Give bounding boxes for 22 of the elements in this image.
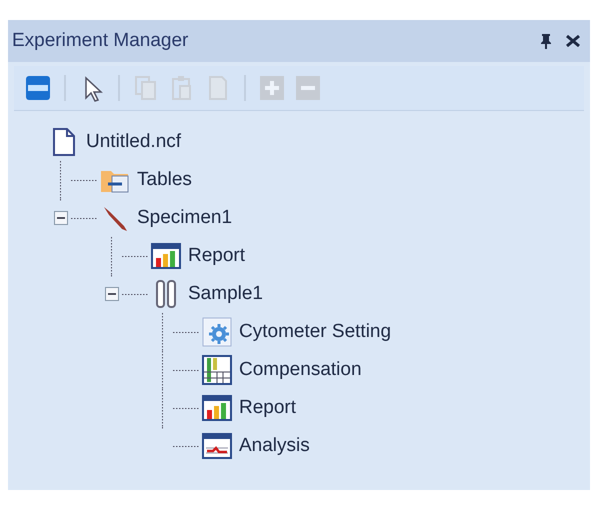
grid-icon — [202, 355, 232, 385]
bar-chart-icon — [151, 243, 181, 269]
tree-item[interactable]: Untitled.ncf — [86, 131, 182, 153]
tree-item[interactable]: Analysis — [239, 435, 310, 457]
tree-item[interactable]: Report — [239, 397, 296, 419]
gear-icon — [202, 317, 232, 347]
tree-item[interactable]: Tables — [137, 169, 192, 191]
collapse-toggle-icon[interactable] — [105, 287, 119, 301]
tree-item[interactable]: Specimen1 — [137, 207, 232, 229]
collapse-toggle-icon[interactable] — [54, 211, 68, 225]
document-icon — [51, 127, 77, 157]
close-icon[interactable] — [566, 35, 580, 47]
tree-item[interactable]: Report — [188, 245, 246, 267]
panel-icon[interactable] — [24, 74, 52, 102]
panel-title: Experiment Manager — [12, 30, 190, 52]
bar-chart-icon — [202, 395, 232, 421]
test-tubes-icon — [154, 279, 178, 309]
tree-item[interactable]: Compensation — [239, 359, 362, 381]
pin-icon[interactable] — [540, 33, 552, 49]
chart-window-icon — [202, 433, 232, 459]
tree-item[interactable]: Cytometer Setting — [239, 321, 392, 343]
tree-item[interactable]: Sample1 — [188, 283, 263, 305]
